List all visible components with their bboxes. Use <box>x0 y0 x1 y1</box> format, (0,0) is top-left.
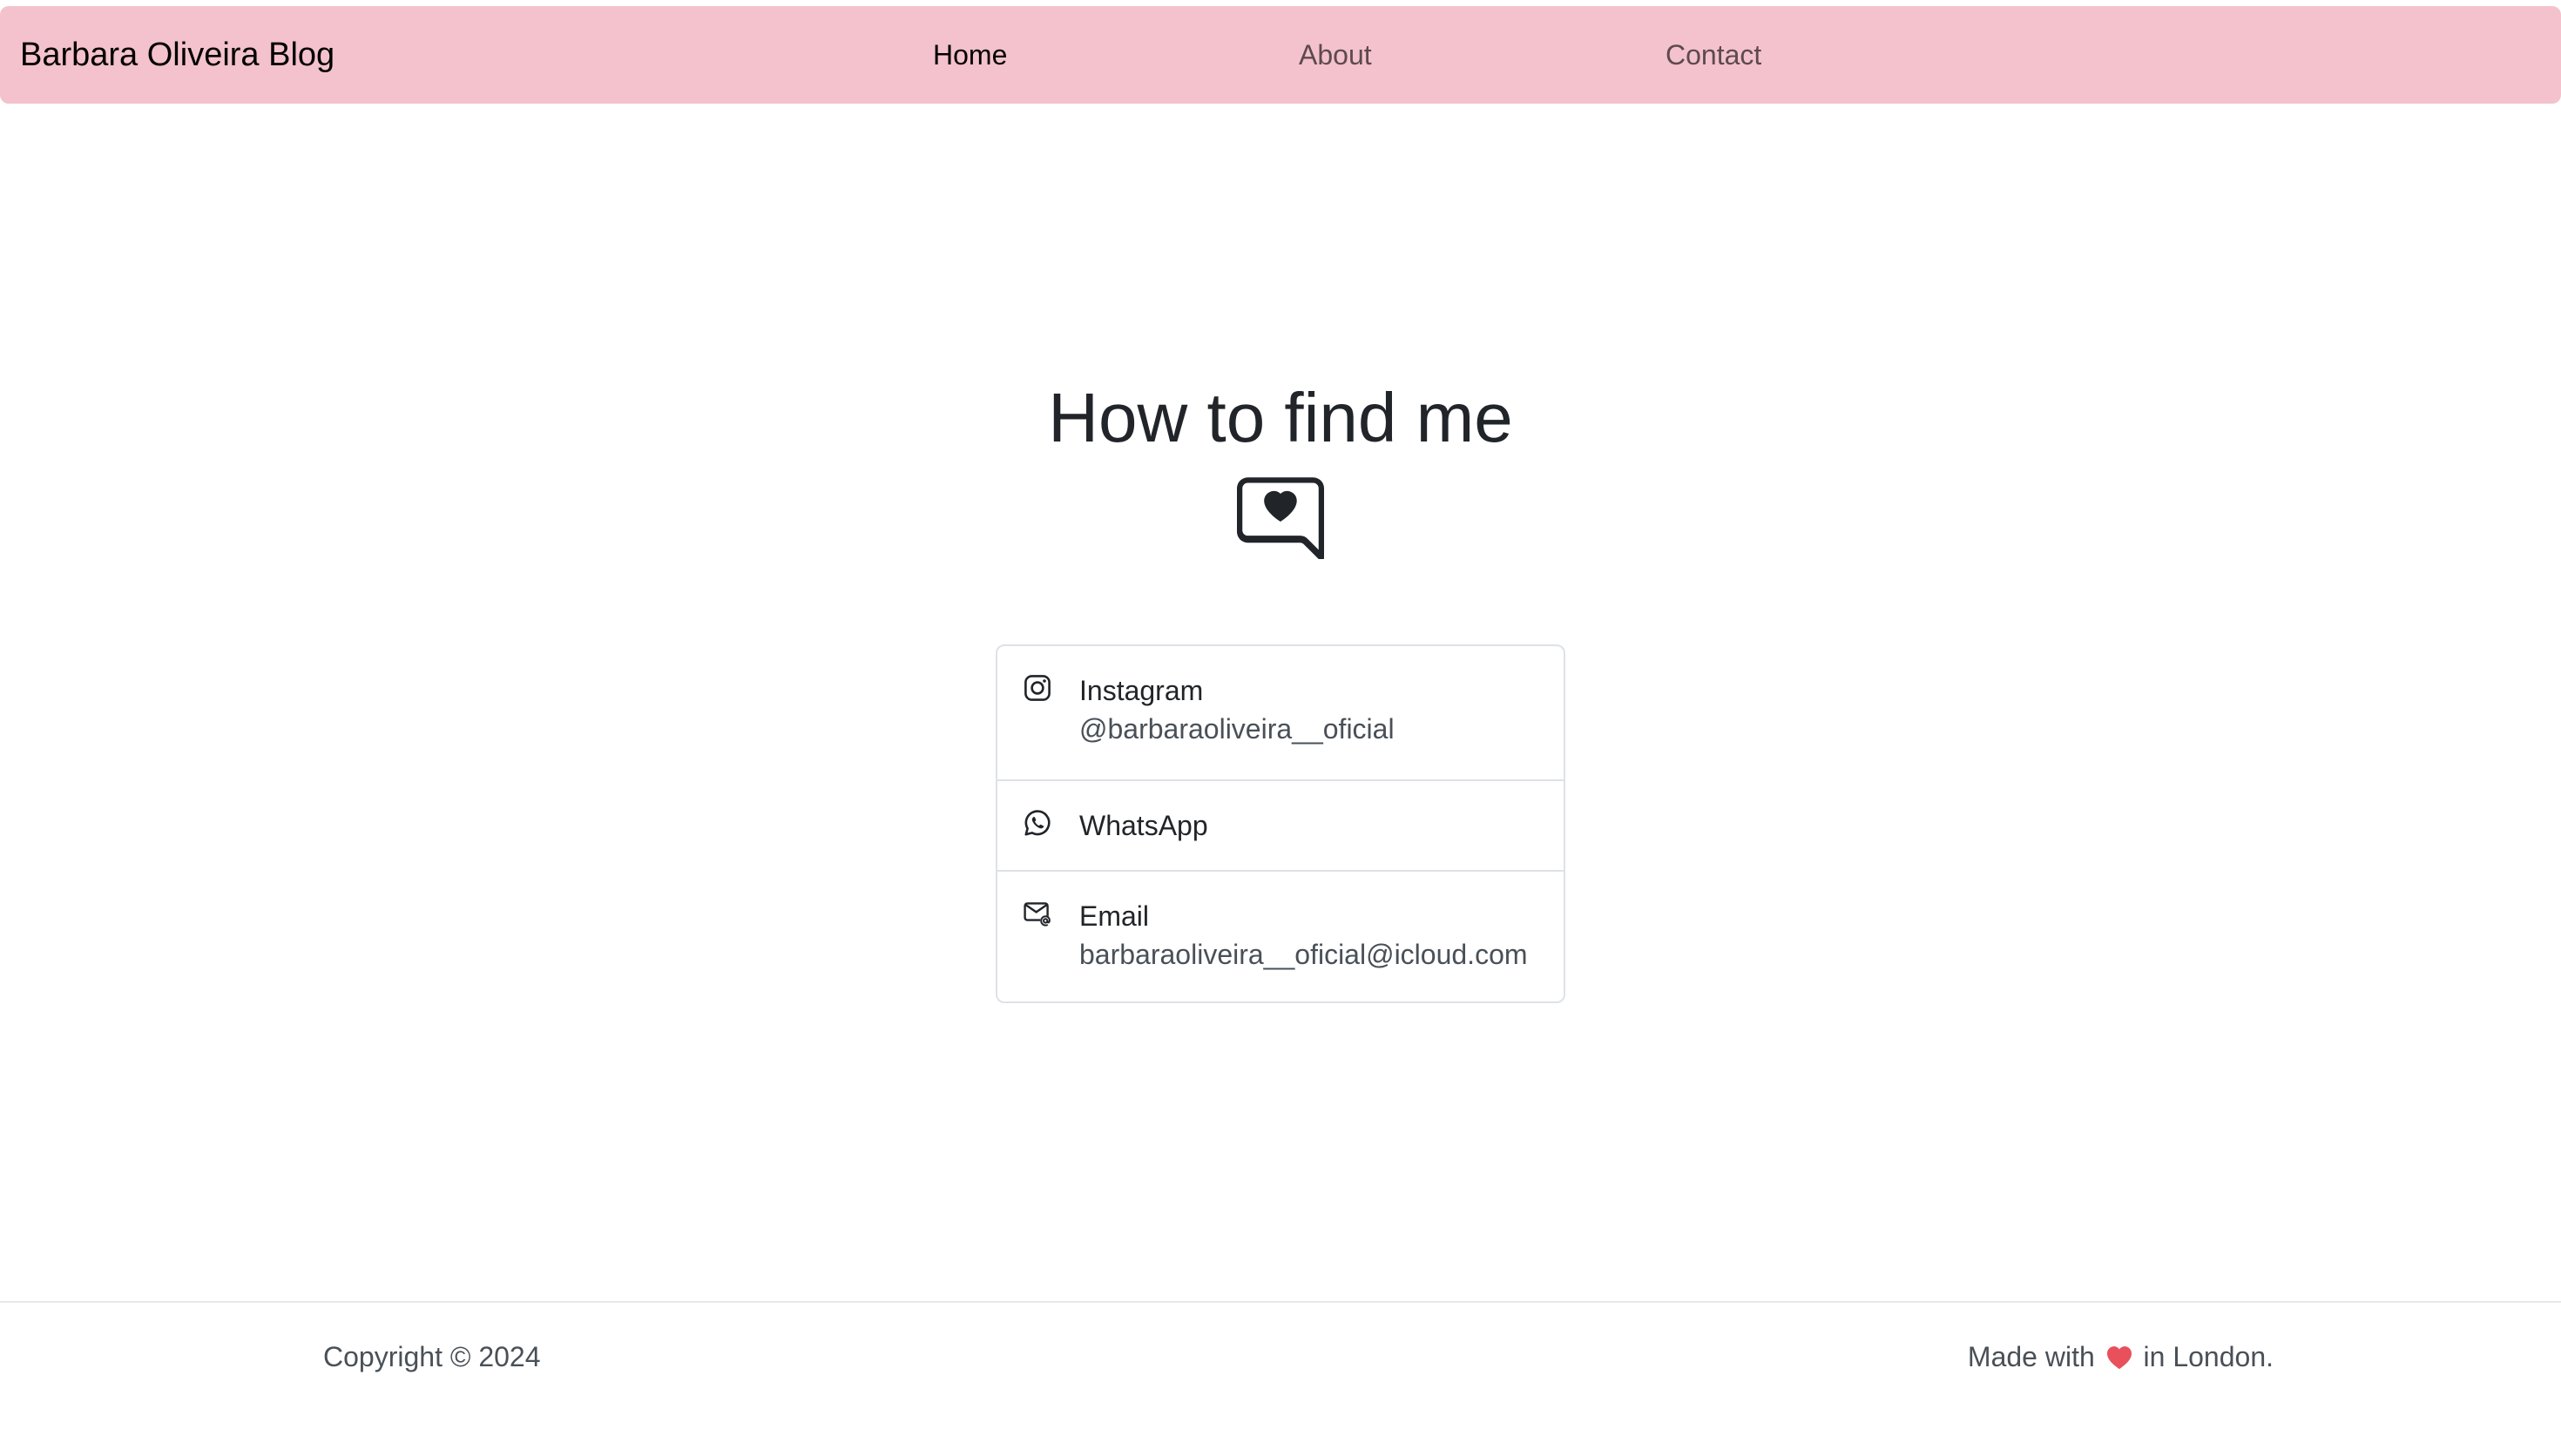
contact-title: Instagram <box>1079 675 1204 706</box>
made-with-suffix: in London. <box>2143 1341 2274 1372</box>
nav-link-home[interactable]: Home <box>933 6 1007 104</box>
page-title: How to find me <box>1048 379 1513 456</box>
whatsapp-icon <box>1024 810 1051 836</box>
contact-title: WhatsApp <box>1079 810 1208 841</box>
instagram-icon <box>1024 675 1051 701</box>
made-with-prefix: Made with <box>1967 1341 2095 1372</box>
envelope-at-icon <box>1024 902 1051 927</box>
copyright-text: Copyright © 2024 <box>323 1341 541 1372</box>
list-item-email[interactable]: Email barbaraoliveira__oficial@icloud.co… <box>997 870 1564 1003</box>
brand-link[interactable]: Barbara Oliveira Blog <box>20 6 334 104</box>
nav-link-about[interactable]: About <box>1299 6 1372 104</box>
contact-handle: @barbaraoliveira__oficial <box>1079 713 1395 745</box>
nav-link-contact[interactable]: Contact <box>1666 6 1761 104</box>
navbar: Barbara Oliveira Blog Home About Contact <box>0 6 2561 104</box>
list-item-instagram[interactable]: Instagram @barbaraoliveira__oficial <box>997 646 1564 779</box>
contact-title: Email <box>1079 900 1150 932</box>
list-item-whatsapp[interactable]: WhatsApp <box>997 779 1564 870</box>
red-heart-icon <box>2106 1346 2132 1370</box>
footer: Copyright © 2024 Made with in London. <box>0 1301 2561 1456</box>
contact-email: barbaraoliveira__oficial@icloud.com <box>1079 939 1528 970</box>
page: Barbara Oliveira Blog Home About Contact… <box>0 0 2561 1456</box>
contact-list: Instagram @barbaraoliveira__oficial What… <box>996 644 1565 1003</box>
made-with-text: Made with in London. <box>1968 1339 2274 1374</box>
chat-heart-icon <box>1237 477 1324 559</box>
